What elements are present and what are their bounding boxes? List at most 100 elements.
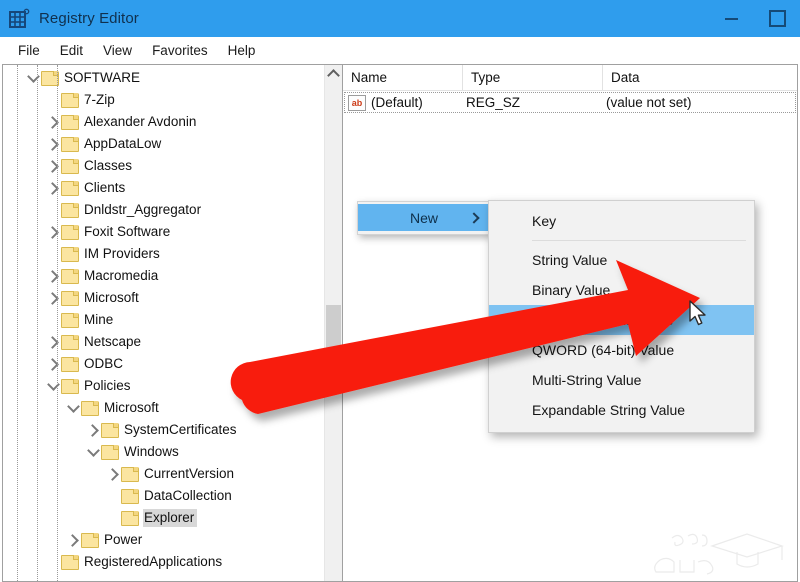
value-name-cell: ab (Default) <box>343 94 463 111</box>
chevron-down-icon[interactable] <box>45 375 61 397</box>
column-header-type[interactable]: Type <box>463 65 603 90</box>
context-menu-item-expandable-string-value[interactable]: Expandable String Value <box>489 395 754 425</box>
tree-item-label: Dnldstr_Aggregator <box>84 202 202 217</box>
tree-item-windows[interactable]: Windows <box>3 441 324 463</box>
tree-item-classes[interactable]: Classes <box>3 155 324 177</box>
tree-item-label: Policies <box>84 378 131 393</box>
folder-icon <box>61 269 79 284</box>
tree-item-label: CurrentVersion <box>144 466 235 481</box>
menu-file[interactable]: File <box>8 41 50 60</box>
tree-leaf-spacer <box>105 485 121 507</box>
tree-item-microsoft[interactable]: Microsoft <box>3 287 324 309</box>
context-menu-separator <box>532 240 746 241</box>
context-menu-item-label: Expandable String Value <box>532 402 686 418</box>
context-menu-item-key[interactable]: Key <box>489 206 754 236</box>
folder-icon <box>61 313 79 328</box>
chevron-right-icon[interactable] <box>45 111 61 133</box>
tree-item-policies[interactable]: Policies <box>3 375 324 397</box>
value-type-cell: REG_SZ <box>466 95 521 110</box>
context-menu-item-label: QWORD (64-bit) Value <box>532 342 675 358</box>
maximize-button[interactable] <box>754 0 800 37</box>
column-header-data[interactable]: Data <box>603 65 797 90</box>
tree-item-explorer[interactable]: Explorer <box>3 507 324 529</box>
menu-favorites[interactable]: Favorites <box>142 41 218 60</box>
context-menu-item-multi-string-value[interactable]: Multi-String Value <box>489 365 754 395</box>
tree-vertical-scrollbar[interactable] <box>324 65 342 581</box>
tree-item-macromedia[interactable]: Macromedia <box>3 265 324 287</box>
tree-leaf-spacer <box>45 309 61 331</box>
tree-item-netscape[interactable]: Netscape <box>3 331 324 353</box>
chevron-right-icon[interactable] <box>45 177 61 199</box>
tree-item-alexander-avdonin[interactable]: Alexander Avdonin <box>3 111 324 133</box>
chevron-right-icon[interactable] <box>45 155 61 177</box>
chevron-down-icon[interactable] <box>25 67 41 89</box>
tree-item-label: Power <box>104 532 143 547</box>
tree-indent-guide <box>57 65 58 581</box>
window-title: Registry Editor <box>39 10 139 27</box>
chevron-right-icon[interactable] <box>65 529 81 551</box>
tree-item-software[interactable]: SOFTWARE <box>3 67 324 89</box>
tree-item-appdatalow[interactable]: AppDataLow <box>3 133 324 155</box>
folder-icon <box>61 159 79 174</box>
menu-view[interactable]: View <box>93 41 142 60</box>
chevron-right-icon[interactable] <box>45 353 61 375</box>
tree-item-label: Netscape <box>84 334 142 349</box>
tree-item-label: Mine <box>84 312 114 327</box>
tree-item-foxit-software[interactable]: Foxit Software <box>3 221 324 243</box>
chevron-down-icon[interactable] <box>65 397 81 419</box>
chevron-right-icon[interactable] <box>85 419 101 441</box>
menu-bar: File Edit View Favorites Help <box>0 37 800 64</box>
tree-item-power[interactable]: Power <box>3 529 324 551</box>
context-menu-item-qword-64-bit-value[interactable]: QWORD (64-bit) Value <box>489 335 754 365</box>
values-header-row: Name Type Data <box>343 65 797 91</box>
values-list: ab (Default) REG_SZ (value not set) <box>343 91 797 114</box>
menu-help[interactable]: Help <box>218 41 266 60</box>
tree-item-7-zip[interactable]: 7-Zip <box>3 89 324 111</box>
folder-icon <box>61 291 79 306</box>
scrollbar-thumb[interactable] <box>326 305 341 377</box>
context-menu-item-new[interactable]: New <box>358 204 490 231</box>
chevron-right-icon[interactable] <box>45 221 61 243</box>
tree-leaf-spacer <box>45 243 61 265</box>
tree-item-im-providers[interactable]: IM Providers <box>3 243 324 265</box>
context-menu-item-binary-value[interactable]: Binary Value <box>489 275 754 305</box>
folder-icon <box>81 401 99 416</box>
tree-item-label: SystemCertificates <box>124 422 237 437</box>
tree-item-label: Windows <box>124 444 179 459</box>
chevron-right-icon <box>468 211 480 224</box>
string-value-ab-icon: ab <box>348 94 366 111</box>
tree-item-label: Classes <box>84 158 133 173</box>
tree-item-systemcertificates[interactable]: SystemCertificates <box>3 419 324 441</box>
tree-item-odbc[interactable]: ODBC <box>3 353 324 375</box>
chevron-right-icon[interactable] <box>45 331 61 353</box>
minimize-button[interactable] <box>708 0 754 37</box>
context-submenu-new: Key String Value Binary Value DWORD (32-bit… <box>488 200 755 433</box>
scroll-up-button[interactable] <box>325 65 342 82</box>
tree-item-currentversion[interactable]: CurrentVersion <box>3 463 324 485</box>
tree-item-clients[interactable]: Clients <box>3 177 324 199</box>
tree-item-dnldstr-aggregator[interactable]: Dnldstr_Aggregator <box>3 199 324 221</box>
chevron-right-icon[interactable] <box>45 287 61 309</box>
chevron-right-icon[interactable] <box>45 265 61 287</box>
tree-item-mine[interactable]: Mine <box>3 309 324 331</box>
table-row[interactable]: ab (Default) REG_SZ (value not set) <box>343 91 797 114</box>
folder-icon <box>121 489 139 504</box>
chevron-right-icon[interactable] <box>105 463 121 485</box>
registry-tree[interactable]: SOFTWARE 7-Zip Alexander Avdonin AppDataLow… <box>3 65 324 581</box>
context-menu-parent: New <box>357 201 491 235</box>
context-menu-item-string-value[interactable]: String Value <box>489 245 754 275</box>
chevron-right-icon[interactable] <box>45 133 61 155</box>
context-menu-item-dword-32-bit-value[interactable]: DWORD (32-bit) Value <box>489 305 754 335</box>
tree-item-datacollection[interactable]: DataCollection <box>3 485 324 507</box>
folder-icon <box>121 467 139 482</box>
title-bar: Registry Editor <box>0 0 800 37</box>
folder-icon <box>61 137 79 152</box>
tree-item-registeredapplications[interactable]: RegisteredApplications <box>3 551 324 573</box>
tree-item-microsoft[interactable]: Microsoft <box>3 397 324 419</box>
menu-edit[interactable]: Edit <box>50 41 93 60</box>
folder-icon <box>61 203 79 218</box>
context-menu-item-label: String Value <box>532 252 608 268</box>
chevron-down-icon[interactable] <box>85 441 101 463</box>
tree-item-label: Foxit Software <box>84 224 171 239</box>
column-header-name[interactable]: Name <box>343 65 463 90</box>
